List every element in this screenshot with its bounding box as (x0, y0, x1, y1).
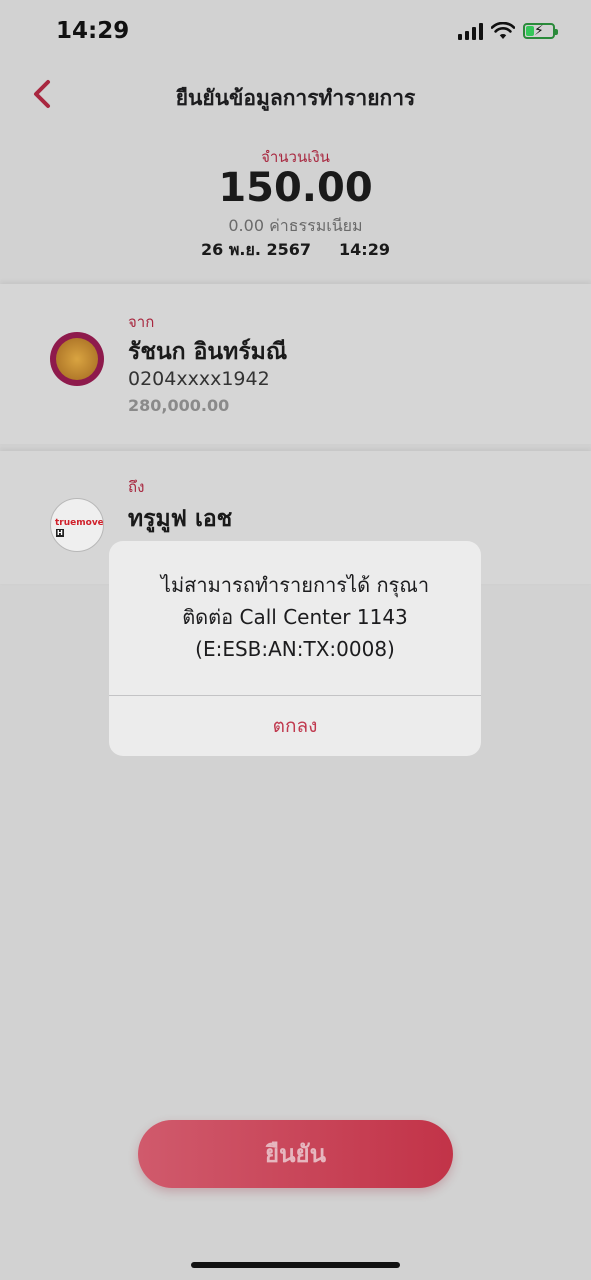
transaction-time: 14:29 (339, 240, 390, 259)
transaction-datetime: 26 พ.ย. 2567 14:29 (0, 238, 591, 263)
alert-ok-button[interactable]: ตกลง (109, 696, 481, 756)
from-account-card: จาก รัชนก อินทร์มณี 0204xxxx1942 280,000… (0, 284, 591, 444)
status-icons: ⚡ (458, 22, 558, 40)
status-time: 14:29 (56, 18, 130, 44)
error-alert-dialog: ไม่สามารถทำรายการได้ กรุณา ติดต่อ Call C… (109, 541, 481, 756)
to-label: ถึง (128, 478, 145, 496)
truemove-logo-text: truemove (55, 518, 104, 528)
to-name: ทรูมูฟ เอช (128, 506, 233, 532)
battery-charging-icon: ⚡ (523, 23, 558, 39)
alert-message-line: (E:ESB:AN:TX:0008) (195, 637, 395, 661)
home-indicator[interactable] (191, 1262, 400, 1268)
alert-message-line: ติดต่อ Call Center 1143 (182, 605, 408, 629)
from-account-number: 0204xxxx1942 (128, 368, 270, 390)
amount-value: 150.00 (218, 165, 373, 211)
from-balance: 280,000.00 (128, 396, 230, 415)
truemove-logo-badge: H (56, 529, 64, 537)
transaction-date: 26 พ.ย. 2567 (201, 240, 312, 259)
screen: 14:29 ⚡ ยืนยันข้อมูลการทำรายการ จำนวนเงิ… (0, 0, 591, 1280)
from-name: รัชนก อินทร์มณี (128, 339, 288, 365)
bank-emblem-icon (50, 332, 104, 386)
truemove-logo-icon: truemoveH (50, 498, 104, 552)
cellular-signal-icon (458, 22, 483, 40)
fee-text: 0.00 ค่าธรรมเนียม (228, 216, 363, 235)
alert-message-line: ไม่สามารถทำรายการได้ กรุณา (160, 573, 430, 597)
confirm-button[interactable]: ยืนยัน (138, 1120, 453, 1188)
from-label: จาก (128, 313, 155, 331)
alert-message: ไม่สามารถทำรายการได้ กรุณา ติดต่อ Call C… (123, 569, 467, 665)
wifi-icon (491, 22, 515, 39)
page-title: ยืนยันข้อมูลการทำรายการ (175, 86, 416, 110)
